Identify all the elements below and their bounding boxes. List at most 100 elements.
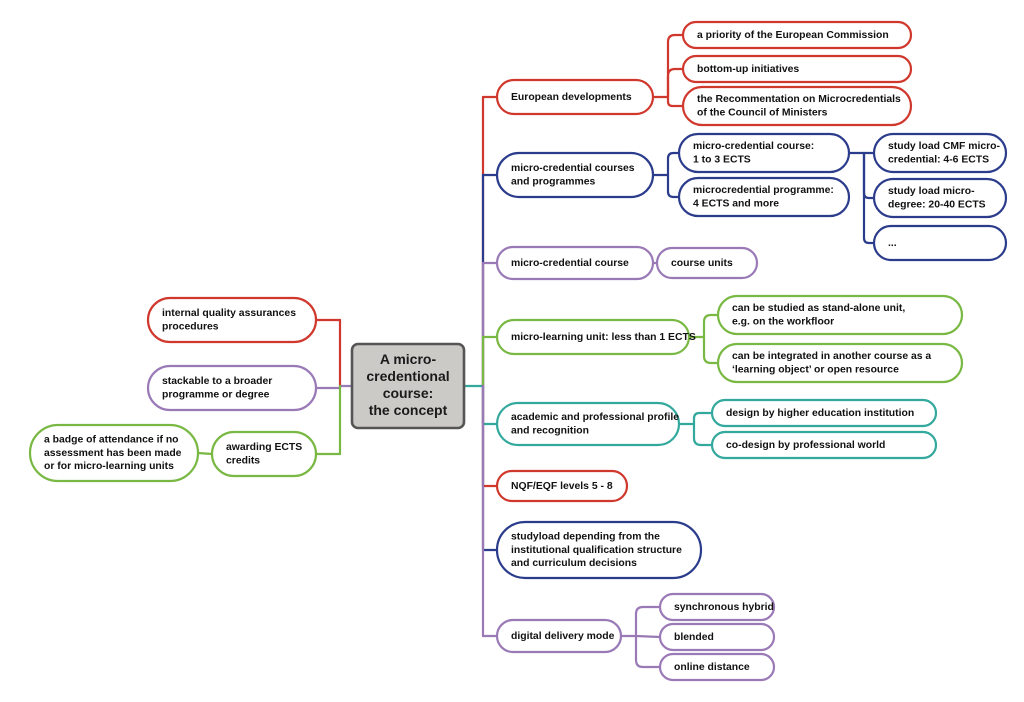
node-awarding-ects-credits[interactable]: awarding ECTS credits <box>210 430 318 478</box>
node-label-line: credentional <box>366 368 449 384</box>
node-course-units[interactable]: course units <box>655 246 759 280</box>
node-european-developments[interactable]: European developments <box>495 78 655 116</box>
node-label-line: synchronous hybrid <box>674 602 774 613</box>
connector-to-design-by-higher-education-institution <box>692 411 714 426</box>
node-label-line: can be studied as stand-alone unit, <box>732 303 905 314</box>
node-label-line: study load micro- <box>888 186 975 197</box>
node-label-line: or for micro-learning units <box>44 461 174 472</box>
connector-to-blended <box>634 634 662 639</box>
connector-to-co-design-by-professional-world <box>692 422 714 447</box>
node-label-line: the concept <box>369 402 448 418</box>
node-a-badge-of-attendance[interactable]: a badge of attendance if no assessment ha… <box>28 423 200 483</box>
node-label-line: ... <box>888 238 897 249</box>
node-label-line: design by higher education institution <box>726 408 914 419</box>
node-label-line: ‘learning object’ or open resource <box>732 364 899 375</box>
node-label-line: institutional qualification structure <box>511 545 682 556</box>
node-design-by-higher-education-institution[interactable]: design by higher education institution <box>710 398 938 428</box>
node-label-line: bottom-up initiatives <box>697 64 799 75</box>
node-label-line: 1 to 3 ECTS <box>693 154 751 165</box>
node-synchronous-hybrid[interactable]: synchronous hybrid <box>658 592 776 622</box>
node-label-line: and programmes <box>511 176 596 187</box>
node-label-line: a badge of attendance if no <box>44 435 179 446</box>
node-stackable-to-a-broader-programme[interactable]: stackable to a broader programme or degre… <box>146 364 318 412</box>
node-label-line: NQF/EQF levels 5 - 8 <box>511 481 613 492</box>
node-shape <box>677 132 851 174</box>
node-shape <box>677 176 851 218</box>
connector-to-microcredential-programme-4-ects-and-more <box>666 173 681 199</box>
node-digital-delivery-mode[interactable]: digital delivery mode <box>495 618 623 654</box>
node-label-line: degree: 20-40 ECTS <box>888 199 986 210</box>
node-label-line: and recognition <box>511 425 589 436</box>
node-a-priority-of-the-european-commission[interactable]: a priority of the European Commission <box>681 20 913 50</box>
node-label-line: academic and professional profile <box>511 412 679 423</box>
connector-to-micro-credential-course-1-to-3-ects <box>666 151 681 177</box>
node-shape <box>681 85 913 127</box>
node-microcredential-programme-4-ects-and-more[interactable]: microcredential programme: 4 ECTS and mor… <box>677 176 851 218</box>
node-shape <box>146 364 318 412</box>
node-shape <box>872 177 1008 219</box>
node-label-line: study load CMF micro- <box>888 141 1001 152</box>
center-node-center[interactable]: A micro-credentionalcourse:the concept <box>350 342 466 430</box>
node-label-line: studyload depending from the <box>511 532 660 543</box>
node-label-line: European developments <box>511 92 632 103</box>
node-micro-credential-course-1-to-3-ects[interactable]: micro-credential course: 1 to 3 ECTS <box>677 132 851 174</box>
node-label-line: course: <box>383 385 434 401</box>
connector-to-recommentation-on-microcredentials <box>666 95 685 108</box>
node-label-line: micro-credential courses <box>511 163 635 174</box>
connector-to-online-distance <box>634 634 662 669</box>
mindmap-svg: a priority of the European Commission bot… <box>28 20 1008 682</box>
node-academic-and-professional-profile[interactable]: academic and professional profile and rec… <box>495 401 681 447</box>
node-label-line: e.g. on the workfloor <box>732 316 834 327</box>
node-label-line: co-design by professional world <box>726 440 885 451</box>
node-micro-credential-courses-and-programmes[interactable]: micro-credential courses and programmes <box>495 151 655 199</box>
node-label-line: A micro- <box>380 351 437 367</box>
node-micro-credential-course[interactable]: micro-credential course <box>495 245 655 281</box>
node-label-line: internal quality assurances <box>162 308 296 319</box>
node-study-load-micro-degree[interactable]: study load micro-degree: 20-40 ECTS <box>872 177 1008 219</box>
connector-to-a-badge-of-attendance <box>196 451 214 456</box>
node-recommentation-on-microcredentials[interactable]: the Recommentation on Microcredentials of… <box>681 85 913 127</box>
node-ellipsis[interactable]: ... <box>872 224 1008 262</box>
node-online-distance[interactable]: online distance <box>658 652 776 682</box>
connector-to-integrated-in-another-course <box>702 335 720 365</box>
node-shape <box>716 294 964 336</box>
mindmap-canvas: a priority of the European Commission bot… <box>0 0 1024 702</box>
node-label-line: of the Council of Ministers <box>697 107 828 118</box>
node-stand-alone-unit[interactable]: can be studied as stand-alone unit, e.g. … <box>716 294 964 336</box>
node-label-line: stackable to a broader <box>162 376 272 387</box>
node-label-line: the Recommentation on Microcredentials <box>697 94 901 105</box>
node-nqf-eqf-levels[interactable]: NQF/EQF levels 5 - 8 <box>495 469 629 503</box>
node-label-line: 4 ECTS and more <box>693 198 779 209</box>
node-micro-learning-unit[interactable]: micro-learning unit: less than 1 ECTS <box>495 318 696 356</box>
node-shape <box>146 296 318 344</box>
node-label-line: a priority of the European Commission <box>697 30 889 41</box>
node-studyload-depending[interactable]: studyload depending from the institutiona… <box>495 520 703 580</box>
connector-to-study-load-micro-degree <box>862 151 876 200</box>
node-bottom-up-initiatives[interactable]: bottom-up initiatives <box>681 54 913 84</box>
node-label-line: digital delivery mode <box>511 631 615 642</box>
node-shape <box>495 151 655 199</box>
node-label-line: programme or degree <box>162 389 270 400</box>
node-shape <box>716 342 964 384</box>
node-label-line: awarding ECTS <box>226 442 302 453</box>
node-label-line: microcredential programme: <box>693 185 834 196</box>
node-label-line: procedures <box>162 321 219 332</box>
node-co-design-by-professional-world[interactable]: co-design by professional world <box>710 430 938 460</box>
node-label-line: credential: 4-6 ECTS <box>888 154 989 165</box>
node-label-line: credits <box>226 455 260 466</box>
node-label-line: online distance <box>674 662 750 673</box>
connector-to-a-priority-of-the-european-commission <box>666 33 685 99</box>
node-layer: a priority of the European Commission bot… <box>28 20 1008 682</box>
node-label-line: micro-learning unit: less than 1 ECTS <box>511 332 696 343</box>
connector-to-stand-alone-unit <box>702 313 720 339</box>
node-label-line: assessment has been made <box>44 448 182 459</box>
node-shape <box>210 430 318 478</box>
node-integrated-in-another-course[interactable]: can be integrated in another course as a… <box>716 342 964 384</box>
node-shape <box>495 401 681 447</box>
connector-to-bottom-up-initiatives <box>666 67 685 99</box>
node-label-line: course units <box>671 258 733 269</box>
node-blended[interactable]: blended <box>658 622 776 652</box>
node-study-load-cmf-micro-credential[interactable]: study load CMF micro-credential: 4-6 ECT… <box>872 132 1008 174</box>
node-internal-quality-assurances-procedures[interactable]: internal quality assurances procedures <box>146 296 318 344</box>
node-label-line: micro-credential course <box>511 258 629 269</box>
